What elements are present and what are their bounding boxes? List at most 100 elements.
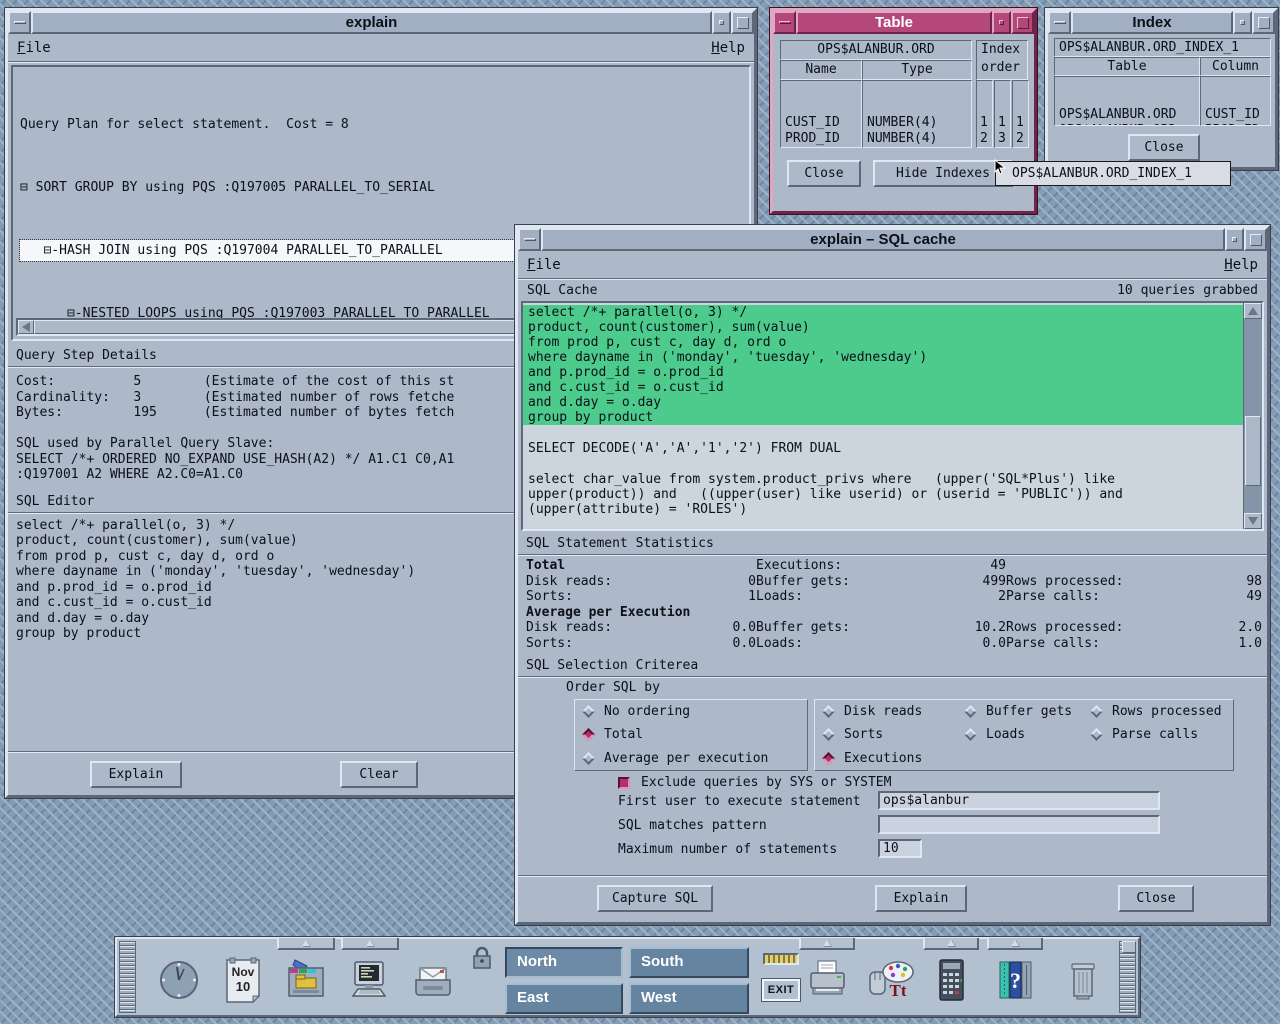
stats-label: Buffer gets: (756, 620, 936, 636)
clear-button[interactable]: Clear (340, 761, 418, 788)
radio-executions[interactable]: Executions (824, 748, 966, 768)
explain-button[interactable]: Explain (875, 885, 967, 912)
workspace-button-south[interactable]: South (629, 947, 749, 978)
arrow-up-icon (823, 940, 831, 946)
workspace-button-east[interactable]: East (505, 983, 623, 1014)
stats-value: 0.0 (936, 636, 1006, 652)
stats-label: Executions: (756, 558, 936, 574)
exit-button[interactable]: EXIT (762, 979, 800, 1001)
column-names[interactable]: CUST_IDPROD_IDDAYVALUE (780, 80, 862, 148)
explain-button[interactable]: Explain (90, 761, 182, 788)
stats-label: Parse calls: (1006, 589, 1196, 605)
menu-help[interactable]: Help (711, 40, 745, 56)
maximize-button[interactable] (1244, 228, 1267, 251)
window-menu-button[interactable] (518, 228, 541, 251)
titlebar-index[interactable]: Index (1048, 11, 1275, 34)
mail-icon[interactable] (407, 953, 459, 1007)
subpanel-tab-apps[interactable] (341, 938, 399, 950)
minimize-button[interactable] (992, 11, 1011, 34)
terminal-icon[interactable] (343, 953, 395, 1007)
menu-help[interactable]: Help (1224, 257, 1258, 273)
desktop: explain File Help Query Plan for select … (0, 0, 1280, 1024)
titlebar-sql-cache[interactable]: explain – SQL cache (518, 228, 1267, 251)
titlebar-explain[interactable]: explain (8, 11, 754, 34)
subpanel-tab-files[interactable] (277, 938, 335, 950)
stats-label: Disk reads: (526, 574, 696, 590)
subpanel-tab-help[interactable] (987, 938, 1043, 950)
workspace-button-west[interactable]: West (629, 983, 749, 1014)
maximize-icon (737, 17, 749, 29)
trash-icon[interactable] (1057, 953, 1109, 1007)
maximize-button[interactable] (1011, 11, 1034, 34)
window-menu-button[interactable] (1048, 11, 1071, 34)
calculator-icon[interactable] (925, 953, 977, 1007)
menu-file[interactable]: File (527, 257, 561, 273)
printer-icon[interactable] (801, 953, 853, 1007)
column-types[interactable]: NUMBER(4)NUMBER(4)DATENUMBER(10,2) (862, 80, 972, 148)
scrollbar-trough[interactable] (1244, 319, 1262, 513)
radio-no-ordering[interactable]: No ordering (584, 702, 807, 722)
window-menu-icon (779, 21, 791, 24)
capture-sql-button[interactable]: Capture SQL (597, 885, 713, 912)
cache-entry[interactable]: SELECT DECODE('A','A','1','2') FROM DUAL (523, 441, 1243, 456)
cache-entry-selected[interactable]: select /*+ parallel(o, 3) */ product, co… (523, 305, 1243, 425)
plan-node[interactable]: ⊟ SORT GROUP BY using PQS :Q197005 PARAL… (20, 177, 742, 198)
table-columns-grid: OPS$ALANBUR.ORD Index order Name Type CU… (780, 40, 1027, 148)
window-menu-button[interactable] (773, 11, 796, 34)
first-user-input[interactable] (878, 791, 1160, 810)
subpanel-tab-tools[interactable] (923, 938, 979, 950)
window-title: explain – SQL cache (541, 228, 1225, 251)
scroll-down-button[interactable] (1244, 513, 1262, 529)
scrollbar-thumb[interactable] (1245, 416, 1261, 486)
window-menu-icon (524, 238, 536, 241)
stats-value: 10.2 (936, 620, 1006, 636)
index-table-col[interactable]: OPS$ALANBUR.ORDOPS$ALANBUR.ORDOPS$ALANBU… (1054, 76, 1200, 126)
cache-entry[interactable]: select char_value from system.product_pr… (523, 472, 1243, 517)
minimize-button[interactable] (712, 11, 731, 34)
clock-icon[interactable] (153, 953, 205, 1007)
minimize-button[interactable] (1225, 228, 1244, 251)
panel-grip-left[interactable] (119, 941, 136, 1013)
workspace-button-north[interactable]: North (505, 947, 623, 978)
close-button[interactable]: Close (1128, 134, 1200, 161)
titlebar-table[interactable]: Table (773, 11, 1034, 34)
radio-loads[interactable]: Loads (966, 725, 1092, 745)
radio-total[interactable]: Total (584, 725, 807, 745)
index-column-col[interactable]: CUST_IDPROD_IDDAY (1200, 76, 1271, 126)
index-details-grid: OPS$ALANBUR.ORD_INDEX_1 Table Column OPS… (1054, 38, 1269, 122)
hide-indexes-button[interactable]: Hide Indexes (873, 160, 1013, 187)
scroll-up-button[interactable] (1244, 303, 1262, 319)
panel-menu-button[interactable] (1122, 941, 1136, 953)
vertical-scrollbar[interactable] (1243, 303, 1262, 529)
close-button[interactable]: Close (787, 160, 861, 187)
maximize-button[interactable] (731, 11, 754, 34)
scroll-left-button[interactable] (18, 320, 34, 334)
window-menu-button[interactable] (8, 11, 31, 34)
lock-icon[interactable] (471, 945, 493, 971)
radio-sorts[interactable]: Sorts (824, 725, 966, 745)
radio-buffer-gets[interactable]: Buffer gets (966, 702, 1092, 722)
radio-parse-calls[interactable]: Parse calls (1092, 725, 1244, 745)
index-order-col-2: 132 (994, 80, 1011, 148)
sql-pattern-input[interactable] (878, 815, 1160, 834)
window-menu-icon (14, 21, 26, 24)
sql-pattern-label: SQL matches pattern (618, 818, 767, 833)
help-icon[interactable]: ? (989, 953, 1041, 1007)
minimize-button[interactable] (1233, 11, 1252, 34)
radio-average-per-execution[interactable]: Average per execution (584, 748, 807, 768)
subpanel-tab-printers[interactable] (799, 938, 855, 950)
order-radio-group-2: Disk reads Buffer gets Rows processed So… (814, 699, 1234, 771)
radio-rows-processed[interactable]: Rows processed (1092, 702, 1244, 722)
stats-value: 49 (1196, 589, 1262, 605)
radio-disk-reads[interactable]: Disk reads (824, 702, 966, 722)
maximize-button[interactable] (1252, 11, 1275, 34)
arrow-up-icon (1011, 940, 1019, 946)
calendar-icon[interactable]: Nov 10 (217, 953, 269, 1007)
menu-file[interactable]: File (17, 40, 51, 56)
radio-icon (582, 752, 595, 765)
file-manager-icon[interactable] (279, 953, 331, 1007)
close-button[interactable]: Close (1118, 885, 1194, 912)
exclude-sys-checkbox[interactable]: Exclude queries by SYS or SYSTEM (618, 775, 891, 790)
max-statements-input[interactable] (878, 839, 922, 858)
style-manager-icon[interactable]: Tt (865, 953, 917, 1007)
